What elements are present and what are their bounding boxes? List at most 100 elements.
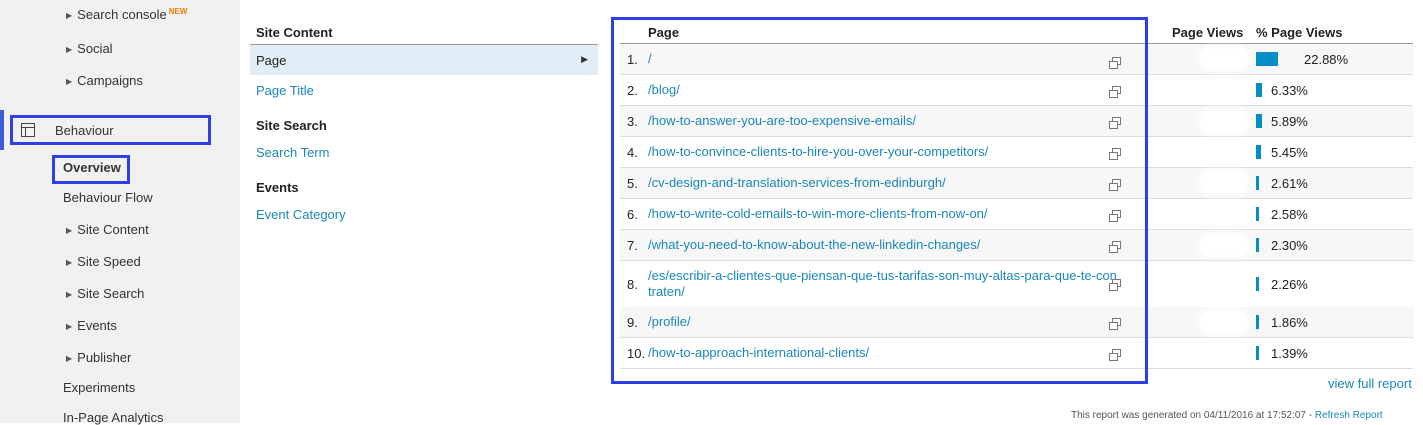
sidebar-item-social[interactable]: ▶ Social bbox=[66, 41, 113, 56]
refresh-report-link[interactable]: Refresh Report bbox=[1315, 410, 1383, 421]
expand-arrow-icon: ▶ bbox=[66, 258, 73, 267]
column-header-pct-page-views[interactable]: % Page Views bbox=[1256, 25, 1342, 40]
events-header: Events bbox=[256, 180, 299, 195]
pct-bar bbox=[1256, 52, 1278, 66]
sidebar-item-events[interactable]: ▶ Events bbox=[66, 318, 117, 333]
pct-bar bbox=[1256, 277, 1259, 291]
pct-value: 1.86% bbox=[1271, 315, 1308, 330]
page-link[interactable]: / bbox=[648, 51, 652, 67]
open-external-icon[interactable] bbox=[1109, 117, 1121, 129]
redacted-page-views bbox=[1202, 174, 1246, 192]
sidebar-item-label: Site Speed bbox=[77, 254, 141, 269]
sidebar-item-site-search[interactable]: ▶ Site Search bbox=[66, 286, 144, 301]
page-link[interactable]: /what-you-need-to-know-about-the-new-lin… bbox=[648, 237, 980, 253]
sidebar-nav: ▶ Search console NEW ▶ Social ▶ Campaigns Be… bbox=[0, 0, 240, 425]
redacted-page-views bbox=[1202, 50, 1246, 68]
overview-highlight-box bbox=[52, 155, 130, 184]
sidebar-item-label: Site Search bbox=[77, 286, 145, 301]
table-row: 2. /blog/ 6.33% bbox=[620, 75, 1413, 106]
dimension-search-term[interactable]: Search Term bbox=[256, 145, 329, 160]
row-number: 8. bbox=[627, 277, 638, 292]
redacted-page-views bbox=[1202, 236, 1246, 254]
view-full-report-link[interactable]: view full report bbox=[1328, 376, 1412, 391]
expand-arrow-icon: ▶ bbox=[66, 290, 73, 299]
page-link[interactable]: /how-to-approach-international-clients/ bbox=[648, 345, 869, 361]
sidebar-item-search-console[interactable]: ▶ Search console NEW bbox=[66, 7, 187, 22]
new-badge: NEW bbox=[168, 7, 188, 16]
active-section-indicator bbox=[0, 110, 4, 150]
row-number: 6. bbox=[627, 207, 638, 222]
expand-arrow-icon: ▶ bbox=[66, 322, 73, 331]
redacted-page-views bbox=[1202, 313, 1246, 331]
column-header-page-views[interactable]: Page Views bbox=[1172, 25, 1243, 40]
row-number: 2. bbox=[627, 83, 638, 98]
table-row: 7. /what-you-need-to-know-about-the-new-… bbox=[620, 230, 1413, 261]
table-row: 6. /how-to-write-cold-emails-to-win-more… bbox=[620, 199, 1413, 230]
pct-bar bbox=[1256, 238, 1259, 252]
page-link-line1: /es/escribir-a-clientes-que-piensan-que-… bbox=[648, 268, 1117, 283]
page-link[interactable]: /es/escribir-a-clientes-que-piensan-que-… bbox=[648, 268, 1117, 300]
pct-bar bbox=[1256, 207, 1259, 221]
column-header-page[interactable]: Page bbox=[648, 25, 679, 40]
page-link[interactable]: /how-to-write-cold-emails-to-win-more-cl… bbox=[648, 206, 988, 222]
sidebar-item-campaigns[interactable]: ▶ Campaigns bbox=[66, 73, 143, 88]
row-number: 4. bbox=[627, 145, 638, 160]
sidebar-item-site-content[interactable]: ▶ Site Content bbox=[66, 222, 149, 237]
table-row: 9. /profile/ 1.86% bbox=[620, 307, 1413, 338]
expand-arrow-icon: ▶ bbox=[66, 45, 73, 54]
dimension-page-label: Page bbox=[256, 53, 287, 68]
sidebar-item-label: Campaigns bbox=[77, 73, 143, 88]
pct-value: 2.30% bbox=[1271, 238, 1308, 253]
sidebar-item-label: Search console bbox=[77, 7, 167, 22]
sidebar-item-experiments[interactable]: Experiments bbox=[63, 380, 135, 395]
open-external-icon[interactable] bbox=[1109, 179, 1121, 191]
expand-arrow-icon: ▶ bbox=[66, 226, 73, 235]
generated-text: This report was generated on 04/11/2016 … bbox=[1071, 410, 1315, 421]
sidebar-item-publisher[interactable]: ▶ Publisher bbox=[66, 350, 131, 365]
report-generated-footer: This report was generated on 04/11/2016 … bbox=[1071, 410, 1383, 421]
sidebar-item-behaviour-flow[interactable]: Behaviour Flow bbox=[63, 190, 153, 205]
open-external-icon[interactable] bbox=[1109, 241, 1121, 253]
page-link[interactable]: /how-to-answer-you-are-too-expensive-ema… bbox=[648, 113, 916, 129]
page-link[interactable]: /profile/ bbox=[648, 314, 691, 330]
open-external-icon[interactable] bbox=[1109, 279, 1121, 291]
page-link[interactable]: /how-to-convince-clients-to-hire-you-ove… bbox=[648, 144, 988, 160]
open-external-icon[interactable] bbox=[1109, 210, 1121, 222]
pct-bar bbox=[1256, 114, 1262, 128]
dimension-page-selected[interactable]: Page ▶ bbox=[250, 44, 598, 75]
pct-value: 1.39% bbox=[1271, 346, 1308, 361]
open-external-icon[interactable] bbox=[1109, 86, 1121, 98]
pct-value: 6.33% bbox=[1271, 83, 1308, 98]
sidebar-item-site-speed[interactable]: ▶ Site Speed bbox=[66, 254, 141, 269]
pct-value: 2.61% bbox=[1271, 176, 1308, 191]
row-number: 10. bbox=[627, 346, 646, 361]
pct-value: 22.88% bbox=[1304, 52, 1349, 67]
behaviour-highlight-box bbox=[10, 115, 211, 145]
row-number: 3. bbox=[627, 114, 638, 129]
expand-arrow-icon: ▶ bbox=[66, 11, 73, 20]
expand-arrow-icon: ▶ bbox=[66, 354, 73, 363]
dimension-event-category[interactable]: Event Category bbox=[256, 207, 346, 222]
table-row: 4. /how-to-convince-clients-to-hire-you-… bbox=[620, 137, 1413, 168]
sidebar-item-label: Events bbox=[77, 318, 117, 333]
pct-bar bbox=[1256, 346, 1259, 360]
page-link[interactable]: /cv-design-and-translation-services-from… bbox=[648, 175, 946, 191]
open-external-icon[interactable] bbox=[1109, 318, 1121, 330]
row-number: 5. bbox=[627, 176, 638, 191]
sidebar-item-label: Social bbox=[77, 41, 113, 56]
dimension-page-title[interactable]: Page Title bbox=[256, 83, 314, 98]
pct-value: 2.26% bbox=[1271, 277, 1308, 292]
row-number: 9. bbox=[627, 315, 638, 330]
pct-bar bbox=[1256, 145, 1261, 159]
site-search-header: Site Search bbox=[256, 118, 327, 133]
table-row: 8. /es/escribir-a-clientes-que-piensan-q… bbox=[620, 261, 1413, 308]
open-external-icon[interactable] bbox=[1109, 349, 1121, 361]
open-external-icon[interactable] bbox=[1109, 148, 1121, 160]
page-link-line2: traten/ bbox=[648, 284, 685, 299]
pct-value: 5.45% bbox=[1271, 145, 1308, 160]
page-link[interactable]: /blog/ bbox=[648, 82, 680, 98]
open-external-icon[interactable] bbox=[1109, 57, 1121, 69]
redacted-page-views bbox=[1202, 112, 1246, 130]
row-number: 1. bbox=[627, 52, 638, 67]
sidebar-item-label: Publisher bbox=[77, 350, 132, 365]
